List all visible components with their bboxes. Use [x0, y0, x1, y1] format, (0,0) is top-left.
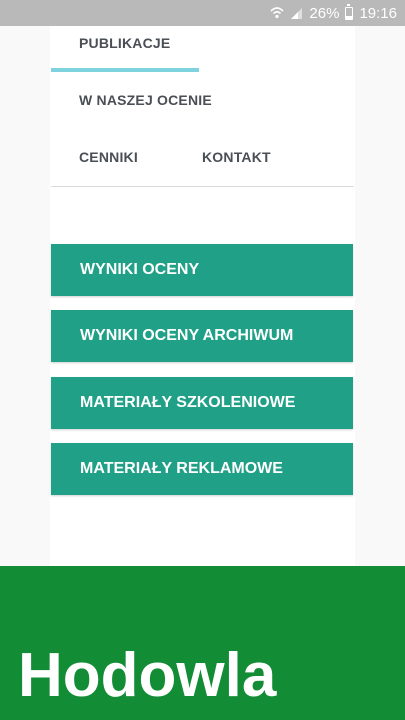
wifi-icon	[270, 6, 284, 20]
tab-publikacje[interactable]: PUBLIKACJE	[79, 35, 170, 51]
button-label: WYNIKI OCENY ARCHIWUM	[80, 327, 294, 344]
active-tab-indicator	[51, 68, 199, 72]
button-label: MATERIAŁY SZKOLENIOWE	[80, 394, 296, 411]
status-icons: 26% 19:16	[270, 0, 397, 26]
button-label: MATERIAŁY REKLAMOWE	[80, 460, 283, 477]
signal-icon	[290, 7, 303, 20]
materialy-szkoleniowe-button[interactable]: MATERIAŁY SZKOLENIOWE	[51, 377, 353, 429]
left-margin	[0, 26, 50, 566]
wyniki-oceny-button[interactable]: WYNIKI OCENY	[51, 244, 353, 296]
clock: 19:16	[359, 4, 397, 22]
wyniki-oceny-archiwum-button[interactable]: WYNIKI OCENY ARCHIWUM	[51, 310, 353, 362]
button-label: WYNIKI OCENY	[80, 261, 200, 278]
battery-percent: 26%	[309, 4, 340, 22]
nav-divider	[51, 186, 354, 187]
right-margin	[355, 26, 405, 566]
footer-title: Hodowla	[18, 641, 277, 710]
tab-cenniki[interactable]: CENNIKI	[79, 149, 138, 165]
status-bar: 26% 19:16	[0, 0, 405, 26]
tab-w-naszej-ocenie[interactable]: W NASZEJ OCENIE	[79, 92, 212, 108]
materialy-reklamowe-button[interactable]: MATERIAŁY REKLAMOWE	[51, 443, 353, 495]
tab-kontakt[interactable]: KONTAKT	[202, 149, 271, 165]
battery-icon	[345, 3, 354, 20]
